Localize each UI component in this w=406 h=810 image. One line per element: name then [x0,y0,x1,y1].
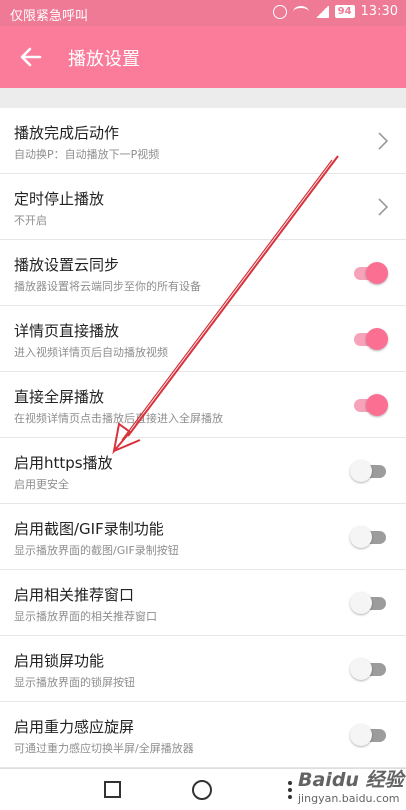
watermark-url: jingyan.baidu.com [298,792,400,805]
toggle-thumb [350,460,372,482]
setting-row[interactable]: 播放完成后动作自动换P：自动播放下一P视频 [0,108,406,174]
data-saver-icon [272,4,287,19]
home-button[interactable] [192,780,212,800]
toggle-switch[interactable] [350,592,388,614]
setting-title: 启用锁屏功能 [14,652,105,670]
chevron-right-icon [378,198,389,216]
app-bar: 播放设置 [0,26,406,88]
setting-row[interactable]: 启用截图/GIF录制功能显示播放界面的截图/GIF录制按钮 [0,504,406,570]
arrow-back-icon [20,47,42,67]
setting-subtitle: 显示播放界面的截图/GIF录制按钮 [14,544,179,557]
setting-subtitle: 显示播放界面的锁屏按钮 [14,676,135,689]
wifi-icon [292,5,309,18]
nav-back-icon[interactable] [0,769,60,810]
setting-subtitle: 自动换P：自动播放下一P视频 [14,148,160,161]
setting-row[interactable]: 启用https播放启用更安全 [0,438,406,504]
toggle-switch[interactable] [350,658,388,680]
setting-subtitle: 在视频详情页点击播放后直接进入全屏播放 [14,412,223,425]
toggle-thumb [350,724,372,746]
toggle-thumb [366,328,388,350]
setting-title: 启用https播放 [14,454,113,472]
setting-row[interactable]: 启用重力感应旋屏可通过重力感应切换半屏/全屏播放器 [0,702,406,768]
setting-title: 直接全屏播放 [14,388,105,406]
watermark-logo-text: Baidu 经验 [298,769,404,791]
toggle-switch[interactable] [350,526,388,548]
setting-subtitle: 启用更安全 [14,478,69,491]
setting-title: 播放设置云同步 [14,256,120,274]
back-button[interactable] [16,42,46,72]
recent-apps-button[interactable] [104,781,121,798]
toggle-thumb [350,526,372,548]
status-icons: 94 13:30 [272,4,398,19]
battery-level: 94 [334,5,355,18]
setting-title: 启用重力感应旋屏 [14,718,135,736]
setting-subtitle: 显示播放界面的相关推荐窗口 [14,610,157,623]
toggle-switch[interactable] [350,460,388,482]
setting-subtitle: 可通过重力感应切换半屏/全屏播放器 [14,742,194,755]
toggle-thumb [366,262,388,284]
toggle-thumb [366,394,388,416]
carrier-label: 仅限紧急呼叫 [10,9,89,24]
setting-row[interactable]: 定时停止播放 不开启 [0,174,406,240]
toggle-switch[interactable] [350,724,388,746]
page-title: 播放设置 [68,49,140,70]
setting-row[interactable]: 启用相关推荐窗口显示播放界面的相关推荐窗口 [0,570,406,636]
signal-icon [314,5,329,18]
setting-title: 播放完成后动作 [14,124,120,142]
setting-title: 启用相关推荐窗口 [14,586,135,604]
setting-row[interactable]: 启用锁屏功能显示播放界面的锁屏按钮 [0,636,406,702]
toggle-thumb [350,592,372,614]
setting-row[interactable]: 直接全屏播放在视频详情页点击播放后直接进入全屏播放 [0,372,406,438]
setting-subtitle: 播放器设置将云端同步至你的所有设备 [14,280,201,293]
chevron-right-icon [378,132,389,150]
setting-row[interactable]: 播放设置云同步播放器设置将云端同步至你的所有设备 [0,240,406,306]
setting-subtitle: 不开启 [14,214,47,227]
watermark: Baidu 经验 jingyan.baidu.com [290,765,406,810]
setting-subtitle: 进入视频详情页后自动播放视频 [14,346,168,359]
clock: 13:30 [360,4,398,19]
settings-list: 播放完成后动作自动换P：自动播放下一P视频定时停止播放不开启播放设置云同步播放器… [0,108,406,768]
toggle-switch[interactable] [350,394,388,416]
setting-title: 启用截图/GIF录制功能 [14,520,164,538]
toggle-switch[interactable] [350,328,388,350]
setting-title: 详情页直接播放 [14,322,120,340]
toggle-thumb [350,658,372,680]
toggle-switch[interactable] [350,262,388,284]
setting-title: 定时停止播放 [14,190,105,208]
setting-row[interactable]: 详情页直接播放进入视频详情页后自动播放视频 [0,306,406,372]
status-bar: 仅限紧急呼叫 94 13:30 [0,0,406,26]
